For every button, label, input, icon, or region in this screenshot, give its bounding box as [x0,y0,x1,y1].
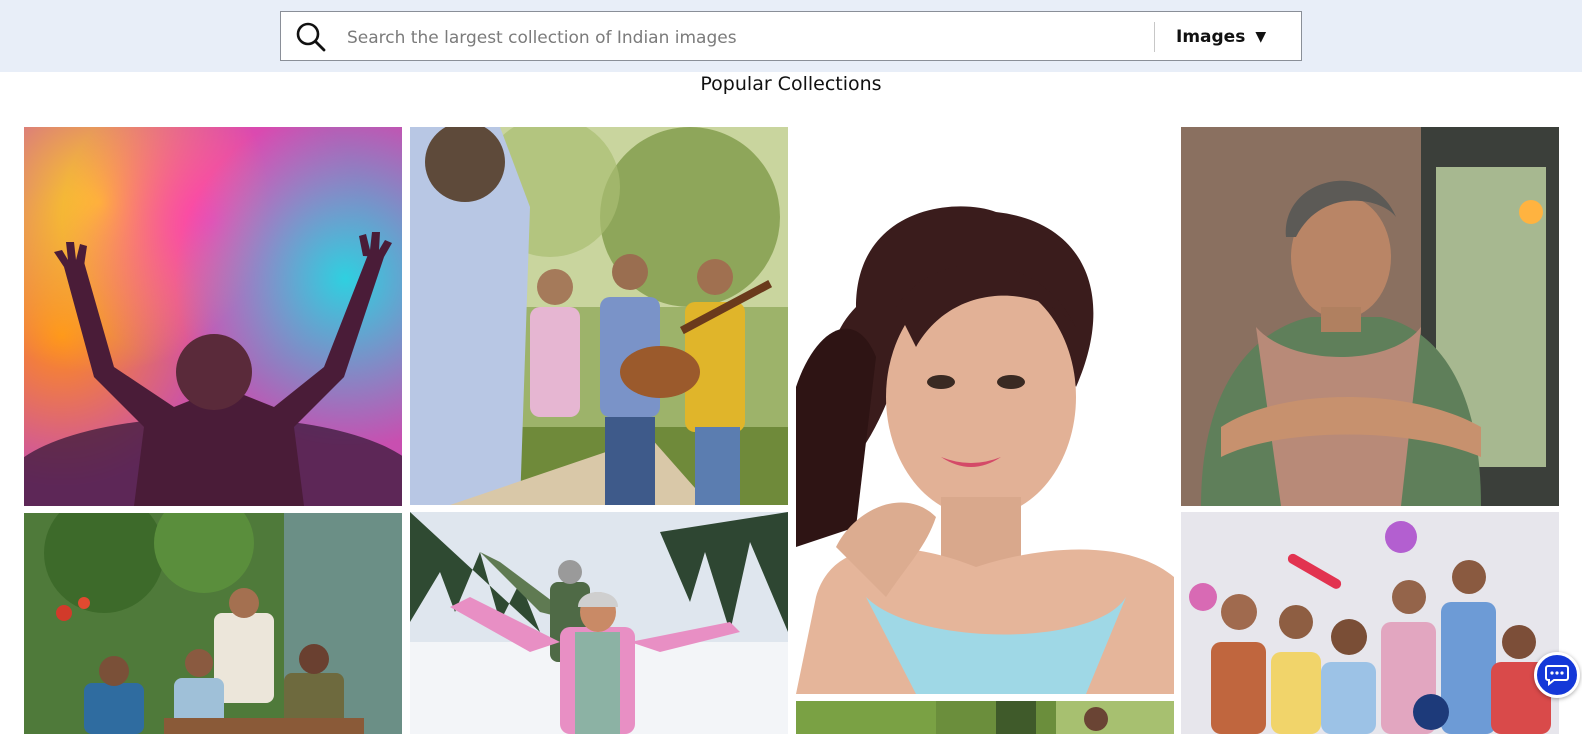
collection-tile-seniors-guitar[interactable] [410,127,788,505]
search-divider [1154,22,1155,52]
garden-image [796,701,1174,734]
section-title: Popular Collections [700,73,882,95]
collection-tile-portrait[interactable] [796,127,1174,694]
seniors-guitar-image [410,127,788,505]
friends-lunch-image [24,513,402,734]
cheering-group-image [1181,512,1559,734]
portrait-image [796,127,1174,694]
search-type-label: Images [1176,27,1246,47]
search-type-dropdown[interactable]: Images ▼ [1176,20,1266,54]
search-icon[interactable] [295,21,327,53]
collection-tile-garden[interactable] [796,701,1174,734]
collection-tile-cheering-group[interactable] [1181,512,1559,734]
collection-tile-apron-woman[interactable] [1181,127,1559,506]
holi-image [24,127,402,506]
collection-tile-snow[interactable] [410,512,788,734]
collection-tile-holi[interactable] [24,127,402,506]
search-input[interactable] [345,22,1129,54]
top-bar: Images ▼ [0,0,1582,72]
collection-tile-friends-lunch[interactable] [24,513,402,734]
search-bar: Images ▼ [280,11,1302,61]
snow-image [410,512,788,734]
caret-down-icon: ▼ [1255,29,1267,45]
apron-woman-image [1181,127,1559,506]
chat-button[interactable] [1534,652,1580,698]
